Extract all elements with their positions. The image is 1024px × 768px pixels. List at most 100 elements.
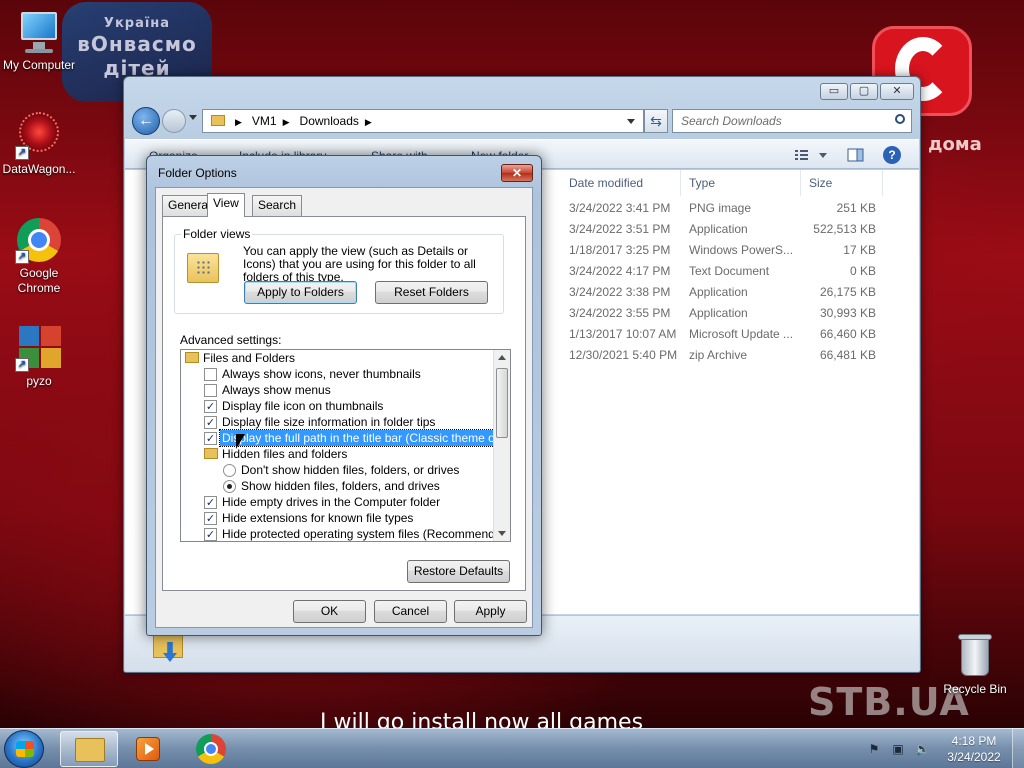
desktop-icon-label: Recycle Bin	[943, 682, 1007, 696]
show-desktop-button[interactable]	[1012, 729, 1024, 768]
chevron-right-icon: ▶	[235, 117, 242, 127]
dialog-body: General View Search Folder views You can…	[155, 187, 533, 628]
computer-icon	[15, 8, 63, 56]
search-input[interactable]: Search Downloads	[672, 109, 912, 133]
radio-button[interactable]	[223, 480, 236, 493]
network-icon[interactable]: ▣	[891, 742, 905, 756]
desktop-icon-pyzo[interactable]: ↗ pyzo	[0, 324, 78, 389]
advanced-settings-tree[interactable]: Files and Folders Always show icons, neve…	[180, 349, 511, 542]
clock-time: 4:18 PM	[951, 734, 997, 748]
cancel-button[interactable]: Cancel	[374, 600, 447, 623]
preview-pane-icon[interactable]	[847, 146, 865, 164]
scroll-down-icon[interactable]	[498, 531, 506, 536]
clock-date: 3/24/2022	[947, 750, 1001, 764]
chrome-icon	[196, 734, 226, 764]
checkbox-checked[interactable]: ✓	[204, 432, 217, 445]
scroll-up-icon[interactable]	[498, 355, 506, 360]
chrome-icon: ↗	[15, 216, 63, 264]
file-size: 522,513 KB	[813, 222, 876, 236]
taskbar: ⚑ ▣ 🔈 4:18 PM 3/24/2022	[0, 728, 1024, 768]
column-header-size[interactable]: Size	[803, 170, 883, 196]
back-button[interactable]: ←	[132, 107, 160, 135]
file-date: 12/30/2021 5:40 PM	[569, 348, 678, 362]
taskbar-chrome-button[interactable]	[182, 731, 240, 767]
desktop-icon-label: Google Chrome	[17, 266, 61, 295]
scrollbar-thumb[interactable]	[496, 368, 508, 438]
dialog-title: Folder Options	[158, 166, 237, 180]
file-date: 3/24/2022 3:55 PM	[569, 306, 671, 320]
column-header-date[interactable]: Date modified	[563, 170, 681, 196]
recent-pages-dropdown[interactable]	[189, 115, 197, 120]
navigation-bar: ← ▶ VM1 ▶ Downloads ▶ ⇆ Search Downloads	[132, 107, 914, 135]
folder-icon	[185, 352, 199, 363]
folder-views-group: Folder views You can apply the view (suc…	[174, 227, 504, 314]
ok-button[interactable]: OK	[293, 600, 366, 623]
file-size: 66,481 KB	[819, 348, 876, 362]
folder-icon	[211, 115, 225, 126]
tab-view[interactable]: View	[207, 193, 245, 217]
radio-button[interactable]	[223, 464, 236, 477]
desktop-icon-label: My Computer	[2, 58, 76, 72]
checkbox-unchecked[interactable]	[204, 368, 217, 381]
folder-views-description: You can apply the view (such as Details …	[243, 244, 476, 284]
breadcrumb-item[interactable]: Downloads	[300, 114, 359, 128]
checkbox-checked[interactable]: ✓	[204, 496, 217, 509]
file-type: Application	[689, 306, 748, 320]
start-button[interactable]	[4, 730, 44, 768]
tree-scrollbar[interactable]	[493, 350, 510, 541]
system-clock[interactable]: 4:18 PM 3/24/2022	[936, 733, 1012, 765]
desktop-icon-recycle-bin[interactable]: Recycle Bin	[936, 632, 1014, 697]
file-type: zip Archive	[689, 348, 748, 362]
file-size: 251 KB	[836, 201, 876, 215]
advanced-settings-label: Advanced settings:	[180, 333, 282, 347]
desktop-icon-label: DataWagon...	[2, 162, 76, 176]
window-controls: ▭ ▢ ✕	[820, 83, 914, 100]
windows-logo-icon	[16, 741, 34, 757]
file-date: 3/24/2022 3:51 PM	[569, 222, 671, 236]
apply-to-folders-button[interactable]: Apply to Folders	[244, 281, 357, 304]
setting-label: Show hidden files, folders, and drives	[241, 479, 440, 493]
breadcrumb-item[interactable]: VM1	[252, 114, 277, 128]
file-size: 0 KB	[849, 264, 876, 278]
column-header-type[interactable]: Type	[683, 170, 801, 196]
folder-icon	[204, 448, 218, 459]
datawagon-icon: ↗	[15, 112, 63, 160]
dialog-close-button[interactable]: ✕	[501, 164, 533, 182]
checkbox-checked[interactable]: ✓	[204, 528, 217, 541]
address-bar[interactable]: ▶ VM1 ▶ Downloads ▶	[202, 109, 644, 133]
desktop-icon-datawagon[interactable]: ↗ DataWagon...	[0, 112, 78, 177]
address-dropdown-icon[interactable]	[627, 119, 635, 124]
restore-defaults-button[interactable]: Restore Defaults	[407, 560, 510, 583]
setting-label: Display file icon on thumbnails	[222, 399, 384, 413]
reset-folders-button[interactable]: Reset Folders	[375, 281, 488, 304]
minimize-button[interactable]: ▭	[820, 83, 848, 100]
search-placeholder: Search Downloads	[681, 114, 782, 128]
checkbox-checked[interactable]: ✓	[204, 512, 217, 525]
search-icon[interactable]	[895, 114, 905, 124]
taskbar-media-player-button[interactable]	[120, 731, 178, 767]
tab-search[interactable]: Search	[252, 195, 303, 216]
checkbox-checked[interactable]: ✓	[204, 416, 217, 429]
apply-button[interactable]: Apply	[454, 600, 527, 623]
maximize-button[interactable]: ▢	[850, 83, 878, 100]
checkbox-unchecked[interactable]	[204, 384, 217, 397]
help-icon[interactable]: ?	[883, 146, 901, 164]
action-center-icon[interactable]: ⚑	[867, 742, 881, 756]
recycle-bin-icon	[951, 632, 999, 680]
close-button[interactable]: ✕	[880, 83, 914, 100]
file-type: Text Document	[689, 264, 770, 278]
file-date: 3/24/2022 4:17 PM	[569, 264, 671, 278]
setting-label: Display file size information in folder …	[222, 415, 436, 429]
desktop-icon-my-computer[interactable]: My Computer	[0, 8, 78, 73]
chevron-right-icon[interactable]: ▶	[283, 117, 290, 127]
checkbox-checked[interactable]: ✓	[204, 400, 217, 413]
volume-icon[interactable]: 🔈	[915, 742, 930, 756]
chevron-right-icon[interactable]: ▶	[365, 117, 372, 127]
file-date: 3/24/2022 3:41 PM	[569, 201, 671, 215]
taskbar-explorer-button[interactable]	[60, 731, 118, 767]
forward-button[interactable]	[162, 109, 186, 133]
view-options-icon[interactable]	[793, 146, 829, 164]
refresh-button[interactable]: ⇆	[644, 109, 668, 133]
setting-label: Always show icons, never thumbnails	[222, 367, 421, 381]
desktop-icon-chrome[interactable]: ↗ Google Chrome	[0, 216, 78, 296]
